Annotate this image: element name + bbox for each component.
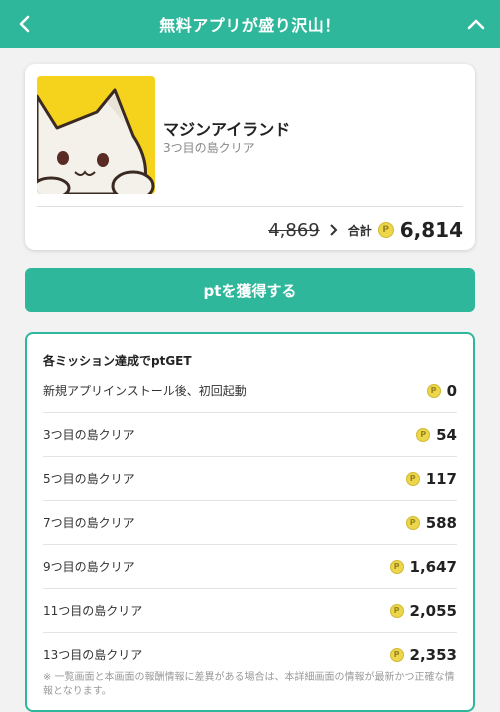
collapse-button[interactable]	[452, 0, 500, 48]
chevron-left-icon	[19, 15, 30, 33]
mission-points-value: 0	[446, 381, 457, 400]
mission-row: 3つ目の島クリア P 54	[43, 413, 457, 457]
mission-row: 7つ目の島クリア P 588	[43, 501, 457, 545]
app-name: マジンアイランド	[163, 120, 291, 139]
mission-points: P 2,353	[389, 645, 457, 664]
missions-panel: 各ミッション達成でptGET 新規アプリインストール後、初回起動 P 0 3つ目…	[25, 332, 475, 712]
point-coin-icon: P	[377, 222, 394, 238]
mission-list: 新規アプリインストール後、初回起動 P 0 3つ目の島クリア P 54 5つ目の…	[43, 369, 457, 676]
mission-label: 13つ目の島クリア	[43, 648, 143, 662]
app-subtitle: 3つ目の島クリア	[163, 141, 255, 155]
point-coin-icon: P	[389, 559, 404, 574]
mission-points-value: 54	[436, 425, 457, 444]
mission-label: 新規アプリインストール後、初回起動	[43, 384, 247, 398]
mission-points: P 117	[405, 469, 457, 488]
page-title: 無料アプリが盛り沢山！	[159, 16, 341, 35]
mission-label: 7つ目の島クリア	[43, 516, 135, 530]
divider	[37, 206, 463, 207]
total-label: 合計	[347, 223, 372, 238]
app-icon	[37, 76, 155, 194]
missions-title: 各ミッション達成でptGET	[43, 354, 192, 368]
mission-points: P 588	[405, 513, 457, 532]
point-coin-icon: P	[426, 383, 441, 398]
mission-points-value: 2,353	[409, 645, 457, 664]
point-coin-icon: P	[405, 471, 420, 486]
mission-points-value: 117	[425, 469, 457, 488]
mission-points: P 0	[426, 381, 457, 400]
point-coin-icon: P	[405, 515, 420, 530]
mission-points-value: 2,055	[409, 601, 457, 620]
header-bar: 無料アプリが盛り沢山！	[0, 0, 500, 48]
point-coin-icon: P	[389, 603, 404, 618]
mission-points-value: 1,647	[409, 557, 457, 576]
mission-label: 5つ目の島クリア	[43, 472, 135, 486]
mission-row: 11つ目の島クリア P 2,055	[43, 589, 457, 633]
mission-points: P 54	[416, 426, 457, 444]
mission-row: 13つ目の島クリア P 2,353	[43, 633, 457, 676]
mission-row: 9つ目の島クリア P 1,647	[43, 545, 457, 589]
back-button[interactable]	[0, 0, 48, 48]
old-points: 4,869	[268, 219, 320, 241]
point-coin-icon: P	[416, 427, 431, 442]
mission-label: 9つ目の島クリア	[43, 560, 135, 574]
mission-row: 新規アプリインストール後、初回起動 P 0	[43, 369, 457, 413]
mission-points-value: 588	[425, 513, 457, 532]
disclaimer-note: ※ 一覧画面と本画面の報酬情報に差異がある場合は、本詳細画面の情報が最新かつ正確…	[43, 672, 455, 697]
mission-points: P 2,055	[389, 601, 457, 620]
mission-row: 5つ目の島クリア P 117	[43, 457, 457, 501]
point-coin-icon: P	[389, 647, 404, 662]
cat-mascot-icon	[37, 76, 155, 194]
mission-points: P 1,647	[389, 557, 457, 576]
chevron-up-icon	[467, 19, 485, 30]
get-points-button[interactable]: ptを獲得する	[25, 268, 475, 312]
app-card: マジンアイランド 3つ目の島クリア 4,869 合計 P 6,814	[25, 64, 475, 250]
mission-label: 11つ目の島クリア	[43, 604, 143, 618]
total-points: 6,814	[399, 218, 463, 242]
mission-label: 3つ目の島クリア	[43, 428, 135, 442]
chevron-right-icon	[330, 221, 338, 240]
points-summary: 4,869 合計 P 6,814	[268, 216, 463, 244]
